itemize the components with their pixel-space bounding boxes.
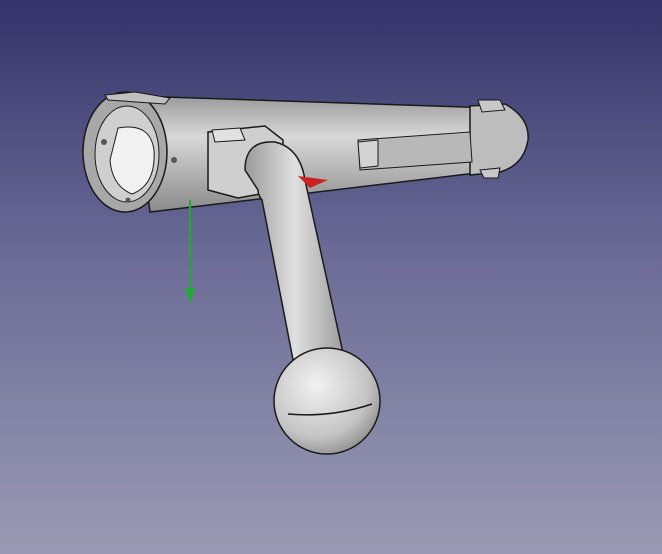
3d-viewport[interactable]: [0, 0, 662, 554]
bolt-handle-knob: [273, 347, 381, 455]
model-scene: [82, 91, 529, 455]
y-axis-arrow: [185, 288, 195, 304]
bolt-rear-end: [469, 103, 529, 176]
